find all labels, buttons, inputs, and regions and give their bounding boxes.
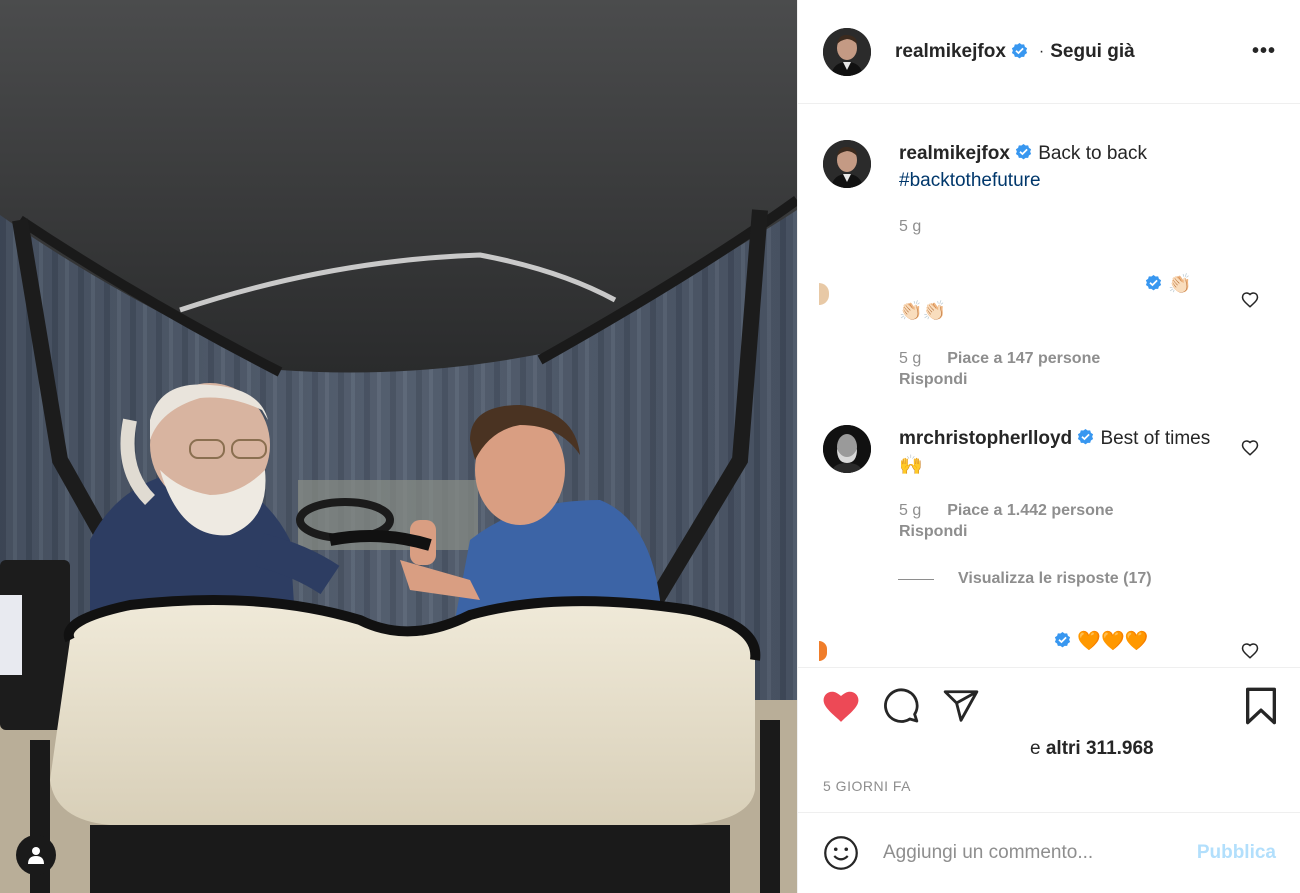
post-header: realmikejfox · Segui già ••• — [798, 0, 1300, 104]
comment-avatar[interactable] — [819, 641, 827, 661]
post-side-panel: realmikejfox · Segui già ••• realmikejfo… — [797, 0, 1300, 893]
verified-badge-icon — [1011, 42, 1028, 59]
save-bookmark-icon[interactable] — [1244, 686, 1278, 726]
caption-avatar[interactable] — [823, 140, 871, 188]
comments-list[interactable]: realmikejfox Back to back #backtothefutu… — [798, 105, 1300, 667]
more-options-icon[interactable]: ••• — [1252, 40, 1276, 63]
comment-likes[interactable]: Piace a 147 persone — [947, 350, 1100, 367]
comment-input[interactable] — [883, 842, 1187, 864]
comment-body: mrchristopherlloyd Best of times 🙌 — [899, 425, 1219, 479]
like-comment-heart-icon[interactable] — [1241, 642, 1259, 660]
comment-text: 🧡🧡🧡 — [1077, 631, 1149, 652]
like-comment-heart-icon[interactable] — [1241, 439, 1259, 457]
like-comment-heart-icon[interactable] — [1241, 291, 1259, 309]
comment-username[interactable]: mrchristopherlloyd — [899, 428, 1072, 449]
view-replies-label: Visualizza le risposte (17) — [958, 570, 1152, 587]
following-button[interactable]: Segui già — [1050, 41, 1134, 63]
golf-cart-photo — [0, 0, 797, 893]
avatar-image — [823, 27, 871, 76]
verified-badge-icon — [1015, 143, 1032, 160]
verified-badge-icon — [1078, 428, 1094, 445]
tagged-users-button[interactable] — [16, 835, 56, 875]
comment-meta: 5 g Piace a 147 persone Rispondi — [899, 348, 1100, 390]
verified-badge-icon — [1145, 274, 1162, 291]
add-comment-bar: Pubblica — [798, 812, 1300, 893]
avatar-image — [823, 425, 871, 473]
likes-prefix: e — [1030, 738, 1046, 759]
comment-body: 🧡🧡🧡 — [899, 628, 1219, 655]
comment-age[interactable]: 5 g — [899, 350, 921, 367]
caption-body: realmikejfox Back to back #backtothefutu… — [899, 140, 1219, 194]
divider — [898, 578, 934, 580]
caption-age[interactable]: 5 g — [899, 218, 921, 235]
likes-summary[interactable]: e altri 311.968 — [1030, 738, 1154, 760]
reply-button[interactable]: Rispondi — [899, 369, 1100, 390]
comment-avatar[interactable] — [823, 425, 871, 473]
caption-hashtag[interactable]: #backtothefuture — [899, 170, 1041, 191]
user-icon — [28, 847, 44, 864]
avatar-image — [823, 140, 871, 188]
comment-avatar[interactable] — [819, 283, 829, 305]
separator-dot: · — [1038, 42, 1045, 60]
caption-text: Back to back — [1038, 143, 1147, 164]
author-avatar[interactable] — [823, 27, 871, 76]
like-heart-icon[interactable] — [822, 688, 860, 724]
post-date[interactable]: 5 GIORNI FA — [823, 778, 911, 794]
likes-count: altri 311.968 — [1045, 738, 1154, 759]
author-username[interactable]: realmikejfox — [895, 41, 1006, 63]
comment-meta: 5 g Piace a 1.442 persone Rispondi — [899, 500, 1114, 542]
share-direct-icon[interactable] — [942, 687, 980, 725]
caption-meta: 5 g — [899, 216, 921, 237]
comment-age[interactable]: 5 g — [899, 502, 921, 519]
verified-badge-icon — [1054, 631, 1071, 648]
comment-icon[interactable] — [882, 687, 920, 725]
comment-likes[interactable]: Piace a 1.442 persone — [947, 502, 1113, 519]
publish-button[interactable]: Pubblica — [1197, 842, 1276, 864]
post-photo[interactable] — [0, 0, 797, 893]
emoji-icon[interactable] — [823, 835, 859, 871]
reply-button[interactable]: Rispondi — [899, 521, 1114, 542]
post-actions: e altri 311.968 5 GIORNI FA — [798, 667, 1300, 812]
comment-body: 👏🏻 👏🏻👏🏻 — [899, 271, 1219, 325]
caption-username[interactable]: realmikejfox — [899, 143, 1010, 164]
view-replies-button[interactable]: Visualizza le risposte (17) — [898, 570, 1152, 588]
